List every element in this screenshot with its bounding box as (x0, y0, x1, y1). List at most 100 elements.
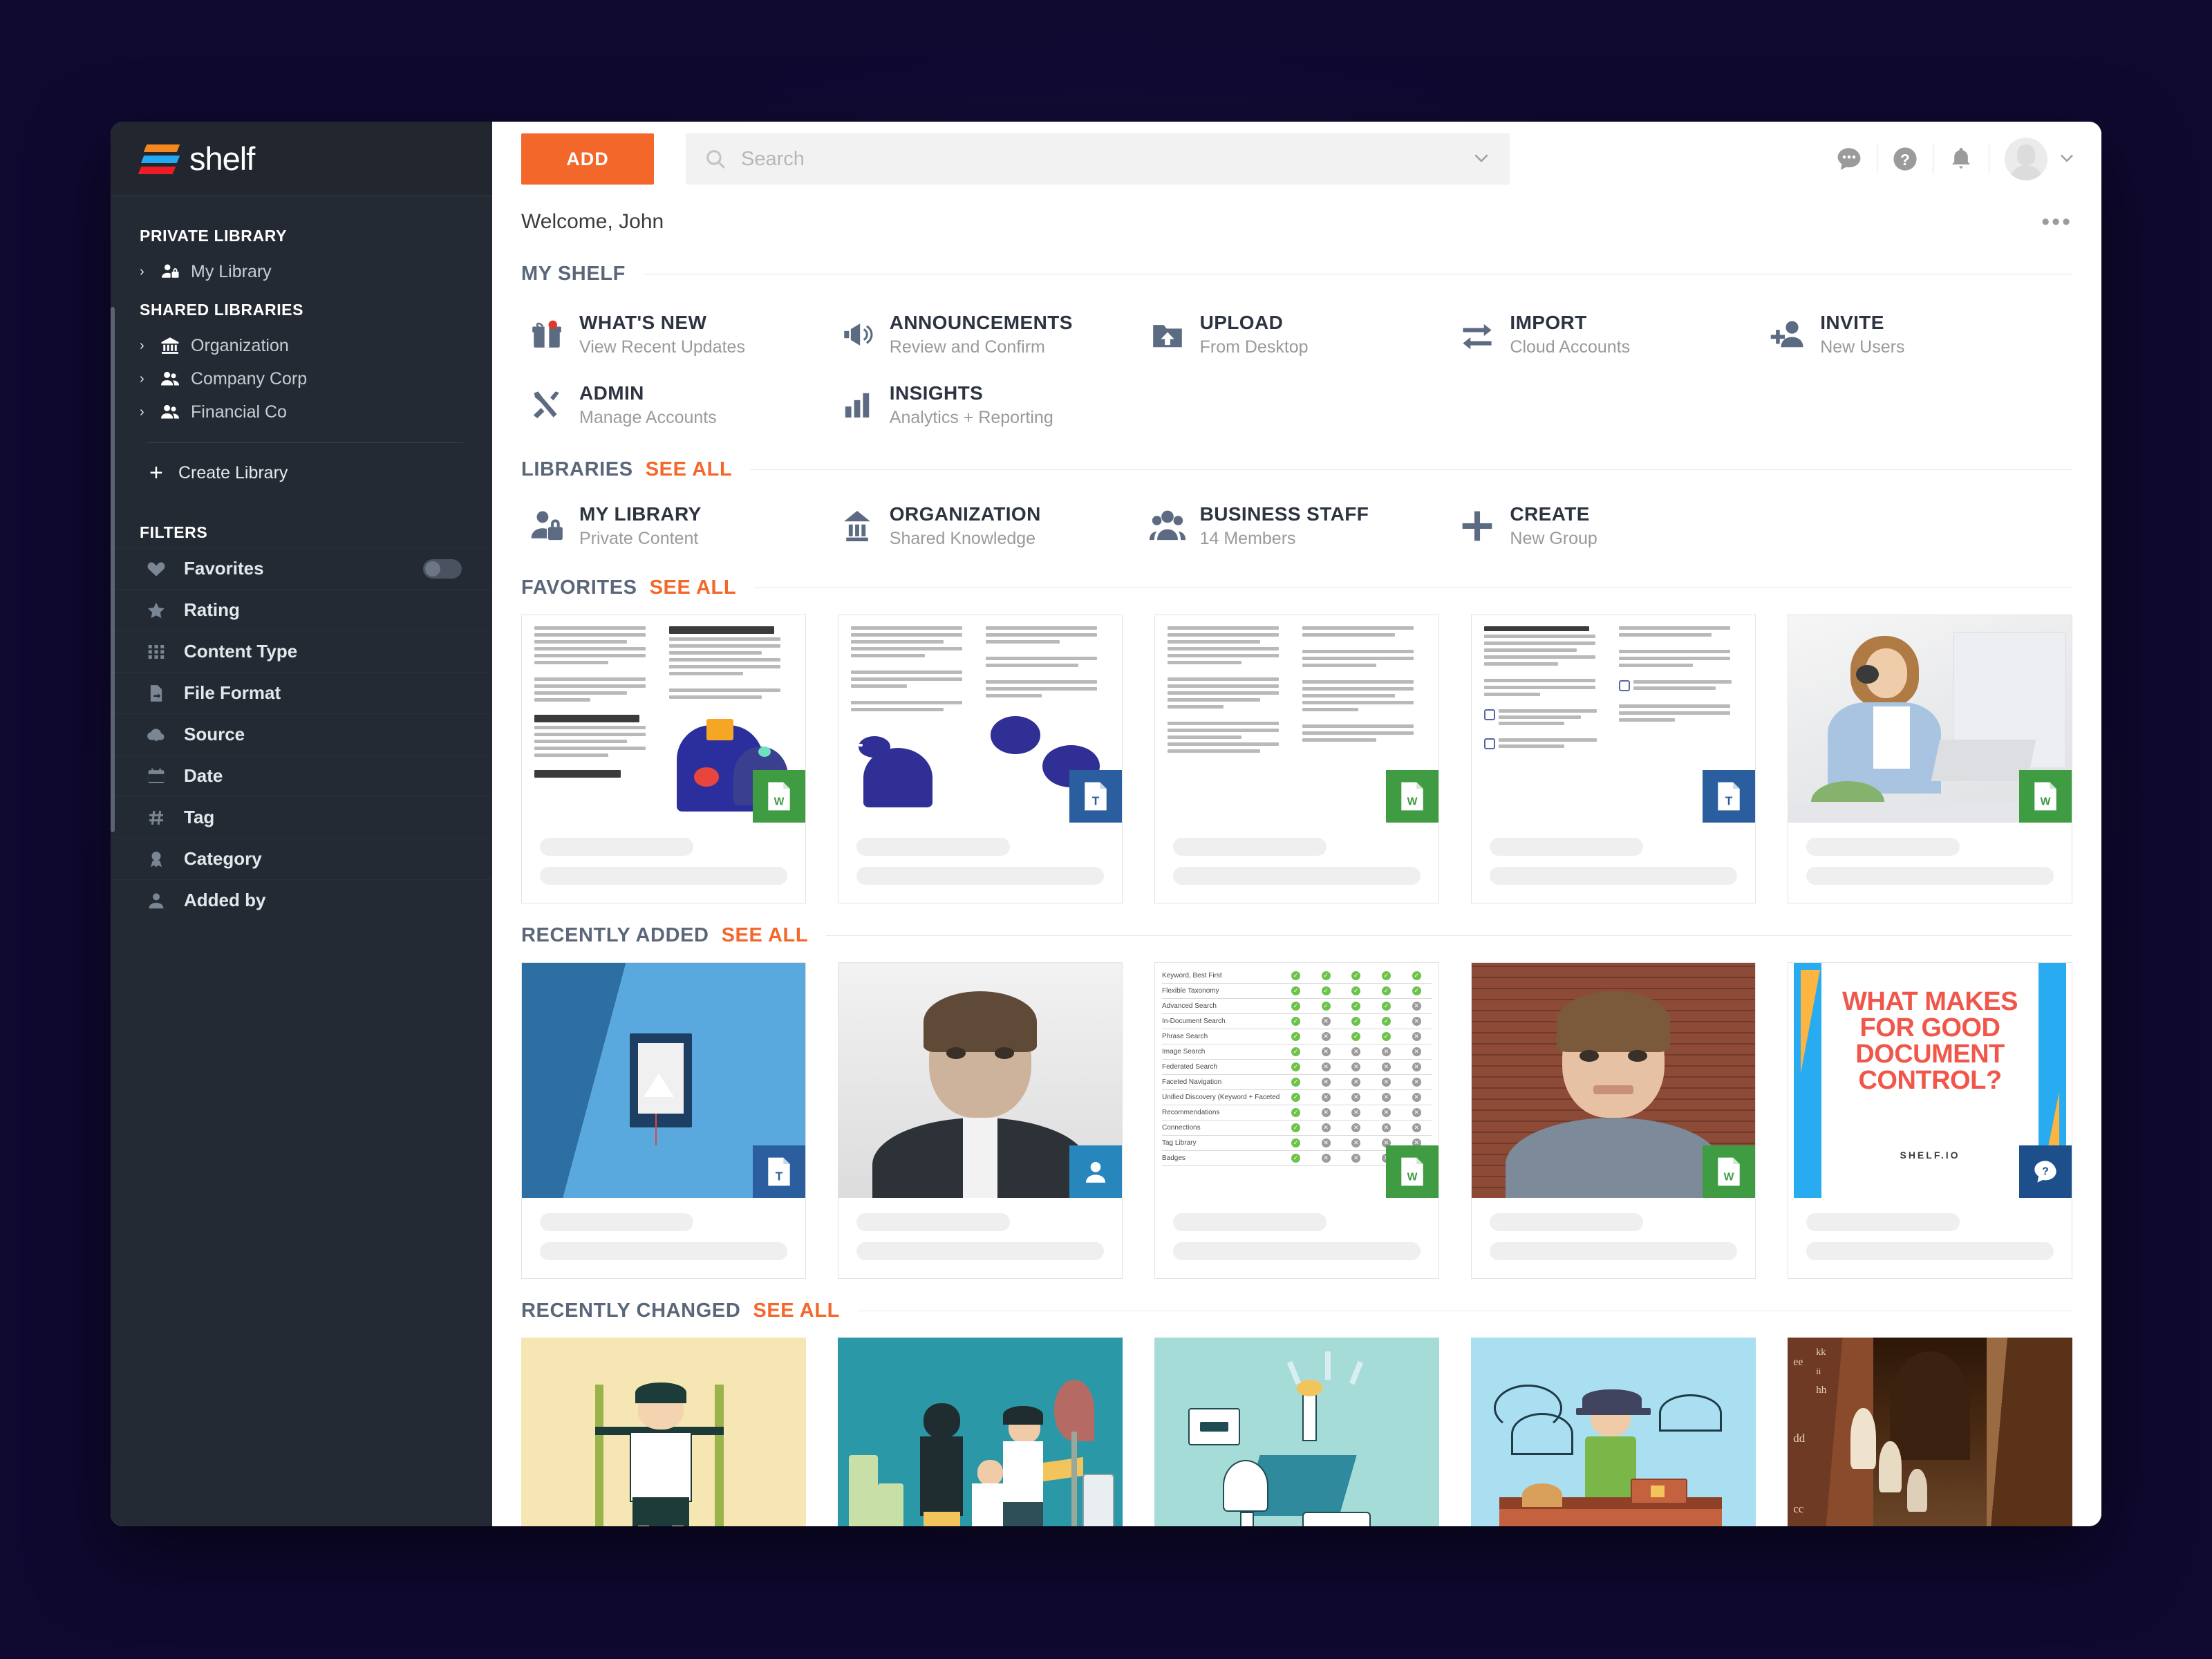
filter-added-by[interactable]: Added by (111, 879, 492, 921)
cross-icon: ✕ (1321, 1078, 1331, 1087)
person-icon (140, 890, 173, 911)
chevron-down-icon[interactable] (2057, 148, 2077, 171)
shortcut-admin[interactable]: ADMIN Manage Accounts (521, 375, 832, 435)
filter-source[interactable]: Source (111, 713, 492, 755)
shortcut-upload[interactable]: UPLOAD From Desktop (1142, 305, 1452, 364)
filter-content-type[interactable]: Content Type (111, 630, 492, 672)
shortcut-invite[interactable]: INVITE New Users (1762, 305, 2072, 364)
filter-date[interactable]: Date (111, 755, 492, 796)
sidebar-item-organization[interactable]: › Organization (111, 329, 492, 362)
filter-rating[interactable]: Rating (111, 589, 492, 630)
card-item[interactable]: T (521, 962, 806, 1279)
chevron-down-icon[interactable] (1471, 147, 1492, 171)
card-item[interactable] (1154, 1338, 1439, 1526)
filter-tag[interactable]: Tag (111, 796, 492, 838)
favorites-see-all[interactable]: SEE ALL (650, 577, 737, 599)
cross-icon: ✕ (1351, 1138, 1361, 1147)
library-my-library[interactable]: MY LIBRARY Private Content (521, 496, 832, 556)
card-thumbnail: W (1788, 615, 2072, 823)
card-item[interactable]: WHAT MAKES FOR GOOD DOCUMENT CONTROL? SH… (1788, 962, 2072, 1279)
sidebar-item-company-corp[interactable]: › Company Corp (111, 362, 492, 395)
library-business-staff[interactable]: BUSINESS STAFF 14 Members (1142, 496, 1452, 556)
bank-icon (832, 507, 883, 545)
overflow-menu-icon[interactable]: ••• (2041, 210, 2072, 234)
bell-icon[interactable] (1933, 145, 1989, 173)
cross-icon: ✕ (1412, 1093, 1421, 1102)
card-item[interactable]: T (1471, 615, 1756, 903)
check-icon: ✓ (1412, 971, 1421, 980)
check-icon: ✓ (1291, 1032, 1300, 1041)
sidebar-item-financial-co[interactable]: › Financial Co (111, 395, 492, 429)
poster-title: WHAT MAKES FOR GOOD DOCUMENT CONTROL? (1842, 987, 2018, 1096)
cross-icon: ✕ (1381, 1047, 1391, 1056)
cross-icon: ✕ (1351, 1154, 1361, 1163)
table-row: Advanced Search ✓ ✓ ✓ ✓ ✕ (1162, 999, 1432, 1014)
shortcut-subtitle: Review and Confirm (889, 337, 1045, 357)
table-row: Keyword, Best First ✓ ✓ ✓ ✓ ✓ (1162, 968, 1432, 984)
file-type-badge-person (1069, 1145, 1122, 1198)
cross-icon: ✕ (1412, 1017, 1421, 1026)
filter-favorites[interactable]: Favorites (111, 547, 492, 589)
shortcut-import[interactable]: IMPORT Cloud Accounts (1452, 305, 1762, 364)
section-title: FAVORITES (521, 577, 637, 599)
card-item[interactable]: ee kk ii hh dd cc (1788, 1338, 2072, 1526)
file-type-badge-text: T (753, 1145, 805, 1198)
shortcut-announcements[interactable]: ANNOUNCEMENTS Review and Confirm (832, 305, 1142, 364)
card-item[interactable]: W (1154, 615, 1439, 903)
shortcut-insights[interactable]: INSIGHTS Analytics + Reporting (832, 375, 1142, 435)
user-lock-icon (155, 261, 185, 282)
card-item[interactable]: W (521, 615, 806, 903)
cross-icon: ✕ (1351, 1047, 1361, 1056)
table-row: Connections ✓ ✕ ✕ ✕ ✕ (1162, 1121, 1432, 1136)
library-create[interactable]: CREATE New Group (1452, 496, 1762, 556)
card-thumbnail (838, 963, 1122, 1198)
library-subtitle: Private Content (579, 529, 699, 548)
filter-file-format[interactable]: File Format (111, 672, 492, 713)
sidebar-item-my-library[interactable]: › My Library (111, 255, 492, 288)
card-item[interactable]: W (1788, 615, 2072, 903)
app-logo[interactable]: shelf (111, 122, 492, 196)
shortcut-title: INSIGHTS (889, 382, 984, 404)
top-toolbar: ADD Search ? (492, 122, 2101, 196)
shortcut-whats-new[interactable]: WHAT'S NEW View Recent Updates (521, 305, 832, 364)
meta-placeholder-title (1806, 1213, 1960, 1231)
recently-changed-see-all[interactable]: SEE ALL (753, 1300, 840, 1322)
file-type-badge-text: T (1703, 770, 1755, 823)
card-thumbnail: W (522, 615, 805, 823)
section-title: LIBRARIES (521, 458, 633, 480)
card-item[interactable]: Keyword, Best First ✓ ✓ ✓ ✓ ✓ Flexible Taxonom… (1154, 962, 1439, 1279)
help-icon[interactable]: ? (1877, 144, 1933, 174)
search-input[interactable] (741, 147, 1463, 171)
table-row-label: Faceted Navigation (1162, 1078, 1222, 1086)
meta-placeholder-sub (1490, 867, 1737, 885)
filter-category[interactable]: Category (111, 838, 492, 879)
recently-added-see-all[interactable]: SEE ALL (722, 924, 809, 947)
card-item[interactable] (838, 962, 1123, 1279)
add-button[interactable]: ADD (521, 133, 654, 185)
cross-icon: ✕ (1412, 1032, 1421, 1041)
card-item[interactable]: T (838, 615, 1123, 903)
filter-label: Rating (184, 599, 240, 620)
check-icon: ✓ (1381, 1017, 1391, 1026)
card-item[interactable] (838, 1338, 1123, 1526)
avatar[interactable] (2005, 138, 2047, 180)
meta-placeholder-title (1490, 1213, 1643, 1231)
section-rule (750, 469, 2072, 470)
heart-icon (140, 559, 173, 579)
card-item[interactable] (1471, 1338, 1756, 1526)
libraries-see-all[interactable]: SEE ALL (646, 458, 733, 481)
meta-placeholder-title (1173, 838, 1327, 856)
shelf-logo-icon (138, 141, 180, 177)
recently-changed-section-header: RECENTLY CHANGED SEE ALL (521, 1300, 2072, 1322)
chat-icon[interactable] (1821, 144, 1877, 174)
create-library-button[interactable]: + Create Library (111, 443, 492, 491)
create-library-label: Create Library (178, 462, 288, 482)
card-item[interactable] (521, 1338, 806, 1526)
topbar-actions: ? (1821, 138, 2077, 180)
library-organization[interactable]: ORGANIZATION Shared Knowledge (832, 496, 1142, 556)
search-bar[interactable] (686, 133, 1510, 185)
svg-text:?: ? (2042, 1165, 2049, 1177)
card-item[interactable]: W (1471, 962, 1756, 1279)
favorites-toggle[interactable] (423, 559, 462, 579)
check-icon: ✓ (1351, 1002, 1361, 1011)
